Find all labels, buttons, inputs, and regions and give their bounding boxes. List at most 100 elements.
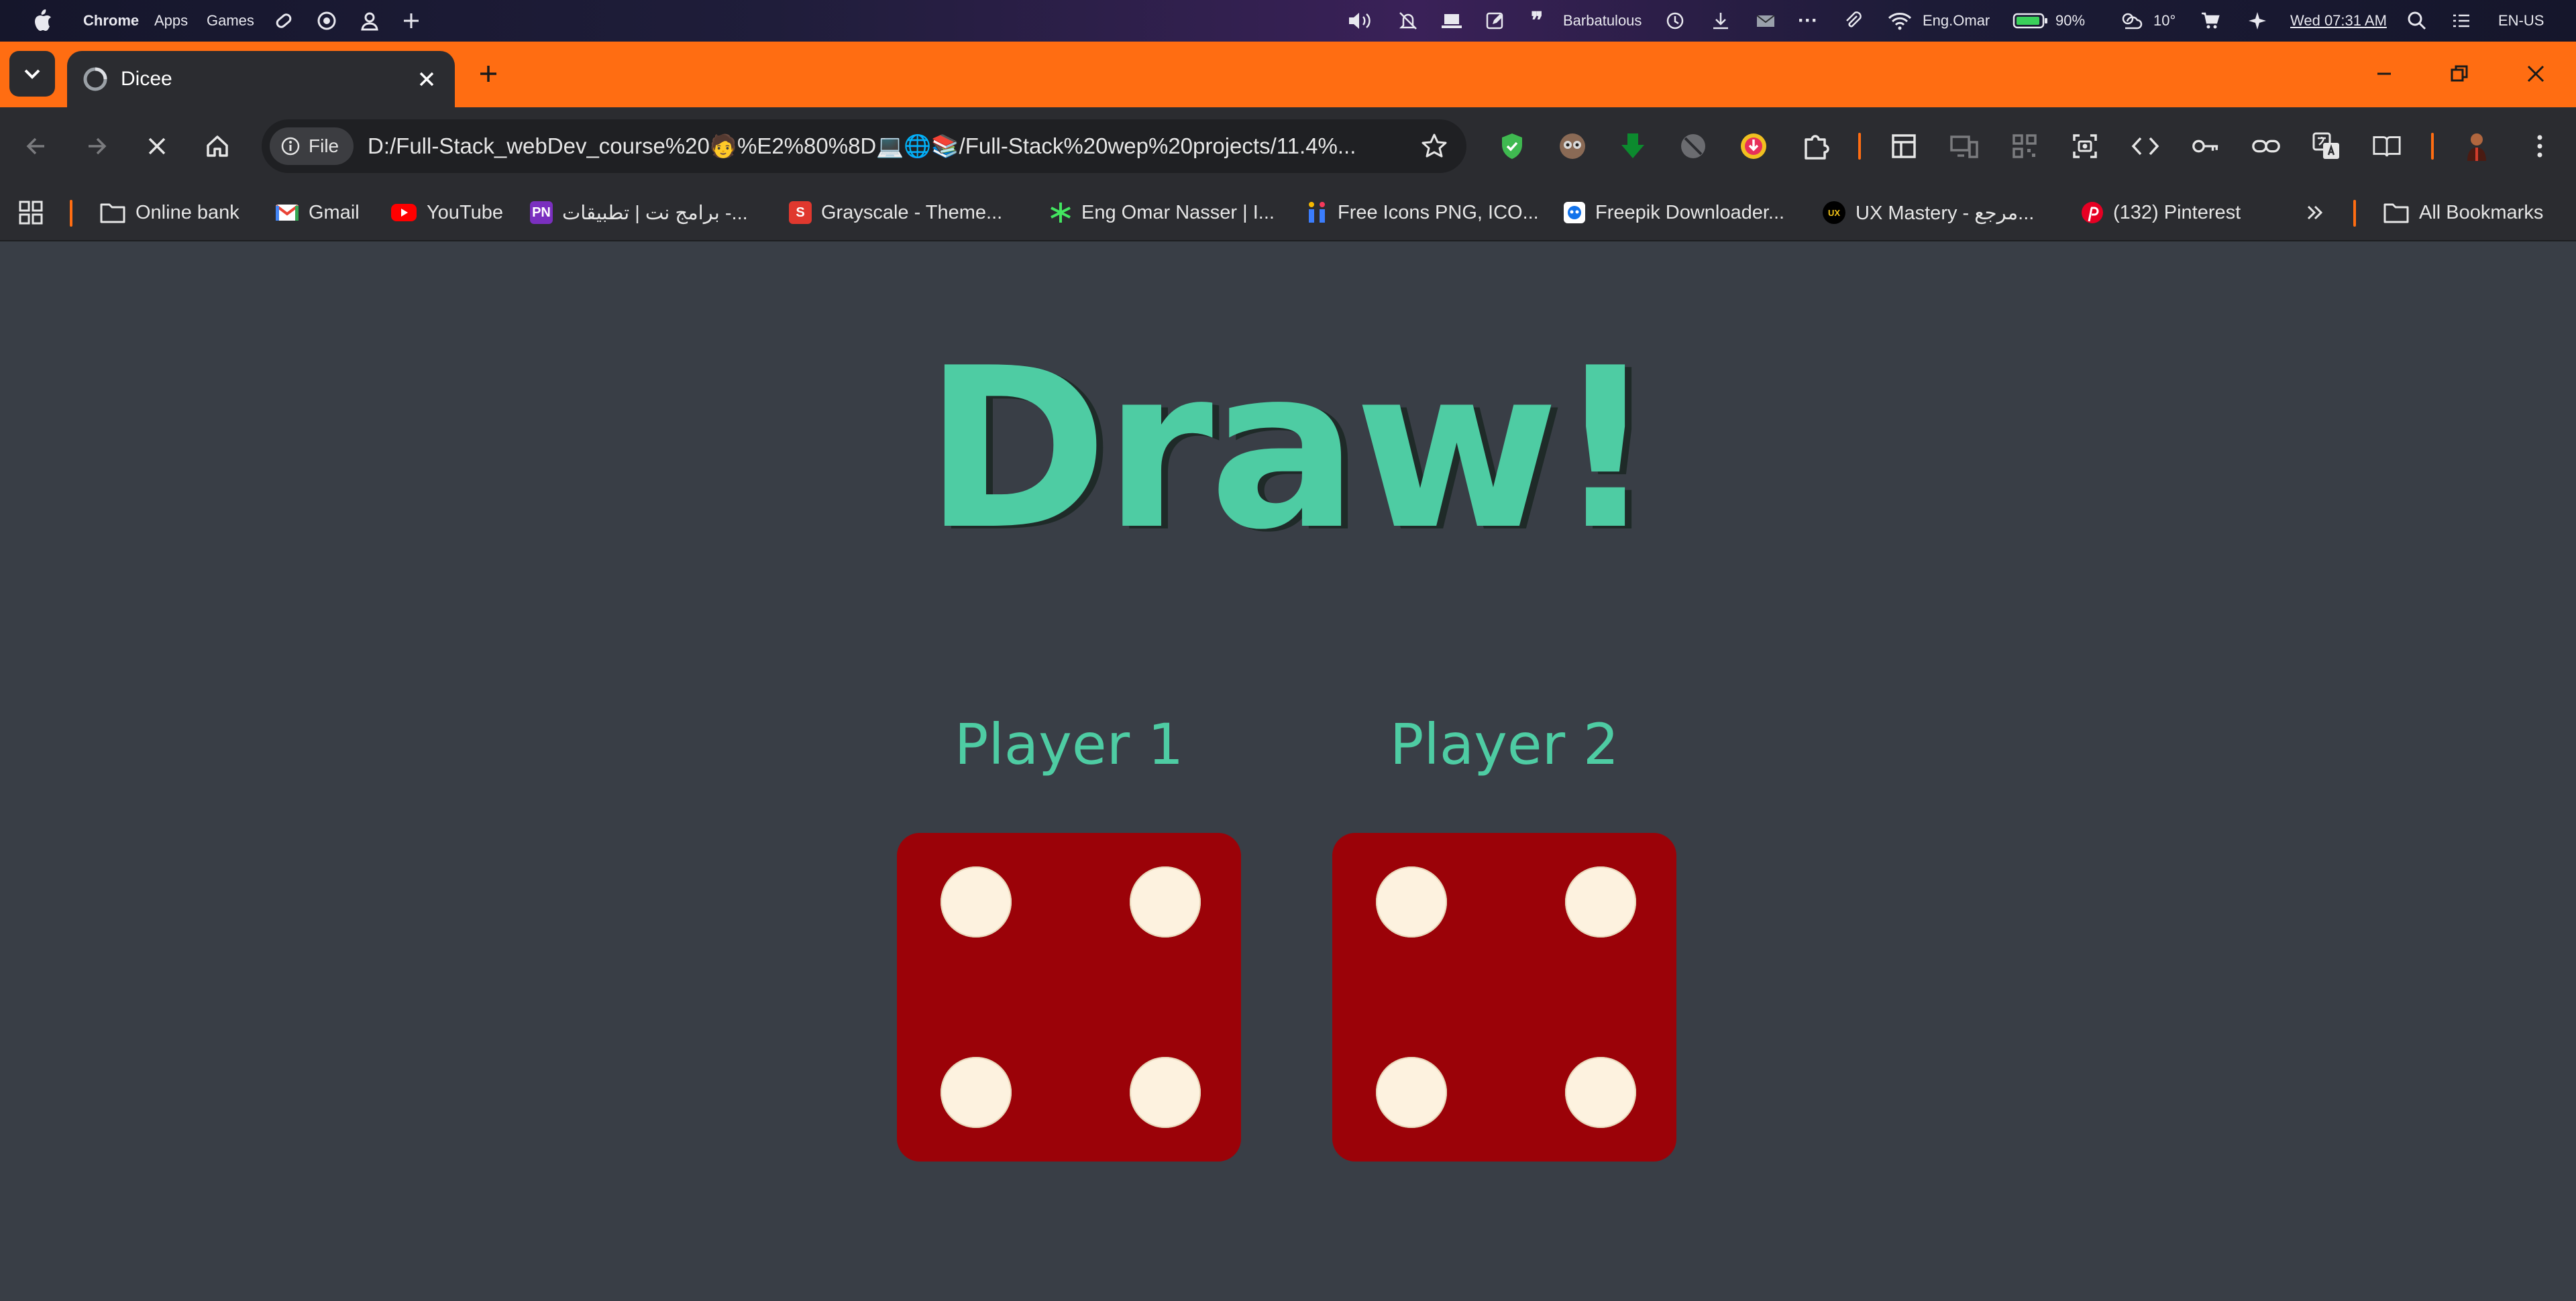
ux-mastery-icon: UX bbox=[1823, 201, 1845, 224]
tab-close-button[interactable] bbox=[412, 64, 441, 94]
edit-icon[interactable] bbox=[1485, 0, 1505, 42]
bookmark-star-icon[interactable] bbox=[1419, 131, 1449, 161]
arrow-left-icon bbox=[26, 137, 44, 155]
weather-temp[interactable]: 10° bbox=[2153, 0, 2176, 42]
battery-percent[interactable]: 90% bbox=[2055, 0, 2085, 42]
history-icon[interactable] bbox=[1665, 0, 1685, 42]
volume-icon[interactable] bbox=[1347, 0, 1374, 42]
stop-loading-button[interactable] bbox=[137, 126, 177, 166]
bookmark-grayscale[interactable]: S Grayscale - Theme... bbox=[789, 185, 1002, 240]
player-1-name: Player 1 bbox=[954, 712, 1184, 777]
tab-dicee[interactable]: Dicee bbox=[67, 51, 455, 107]
search-icon[interactable] bbox=[2407, 0, 2427, 42]
close-icon bbox=[419, 72, 434, 87]
bookmark-pinterest[interactable]: (132) Pinterest bbox=[2081, 185, 2241, 240]
menu-kebab-icon[interactable] bbox=[2525, 131, 2555, 161]
person-icon[interactable] bbox=[360, 0, 380, 42]
target-icon[interactable] bbox=[317, 0, 337, 42]
bookmark-free-icons[interactable]: Free Icons PNG, ICO... bbox=[1305, 185, 1539, 240]
bookmarks-separator bbox=[70, 200, 72, 227]
s-logo-icon: S bbox=[789, 201, 812, 224]
menu-app-name[interactable]: Chrome bbox=[83, 0, 139, 42]
bookmark-youtube[interactable]: YouTube bbox=[390, 185, 503, 240]
disabled-extension-icon[interactable] bbox=[1678, 131, 1708, 161]
screenshot-icon[interactable] bbox=[2070, 131, 2100, 161]
weather-icon[interactable] bbox=[2118, 0, 2143, 42]
password-key-icon[interactable] bbox=[2191, 131, 2220, 161]
folder-icon bbox=[2383, 203, 2409, 223]
player-1: Player 1 bbox=[897, 704, 1241, 785]
wifi-user-label[interactable]: Eng.Omar bbox=[1923, 0, 1990, 42]
tab-title: Dicee bbox=[121, 68, 172, 90]
minimize-button[interactable] bbox=[2357, 52, 2411, 95]
die-pip bbox=[1130, 1057, 1201, 1129]
avatar-extension-icon[interactable] bbox=[1558, 131, 1587, 161]
apps-grid-button[interactable] bbox=[17, 185, 44, 240]
spark-icon[interactable] bbox=[2247, 0, 2267, 42]
control-center-icon[interactable] bbox=[2451, 0, 2471, 42]
address-bar[interactable]: File D:/Full-Stack_webDev_course%20🧑%E2%… bbox=[262, 119, 1466, 173]
pill-icon[interactable] bbox=[274, 0, 294, 42]
restore-icon bbox=[2451, 65, 2468, 82]
all-bookmarks-button[interactable]: All Bookmarks bbox=[2383, 185, 2543, 240]
bookmark-ux-mastery[interactable]: UX UX Mastery - مرجع... bbox=[1822, 185, 2034, 240]
bookmark-online-bank[interactable]: Online bank bbox=[99, 185, 239, 240]
page-content: Draw! Player 1 Player 2 bbox=[0, 241, 2576, 1301]
laptop-icon[interactable] bbox=[1441, 0, 1462, 42]
site-info-chip[interactable]: File bbox=[270, 127, 354, 165]
link-icon[interactable] bbox=[2251, 131, 2281, 161]
cart-icon[interactable] bbox=[2200, 0, 2220, 42]
bookmark-freepik-downloader[interactable]: Freepik Downloader... bbox=[1563, 185, 1784, 240]
die-pip bbox=[1130, 866, 1201, 938]
quote-icon[interactable]: ❞ bbox=[1531, 0, 1543, 42]
toolbar-separator bbox=[2431, 133, 2434, 160]
shield-extension-icon[interactable] bbox=[1497, 131, 1527, 161]
add-icon[interactable] bbox=[401, 0, 421, 42]
menu-apps[interactable]: Apps bbox=[154, 0, 188, 42]
chevron-down-icon bbox=[24, 69, 40, 79]
qr-code-icon[interactable] bbox=[2010, 131, 2039, 161]
more-icon[interactable]: ··· bbox=[1798, 0, 1818, 42]
mail-icon[interactable] bbox=[1755, 0, 1776, 42]
profile-avatar[interactable] bbox=[2462, 131, 2491, 161]
back-button[interactable] bbox=[16, 126, 56, 166]
colorful-extension-icon[interactable] bbox=[1739, 131, 1768, 161]
menu-games[interactable]: Games bbox=[207, 0, 254, 42]
close-window-button[interactable] bbox=[2509, 52, 2563, 95]
bookmark-eng-omar[interactable]: Eng Omar Nasser | I... bbox=[1049, 185, 1275, 240]
download-icon[interactable] bbox=[1711, 0, 1731, 42]
bookmark-gmail[interactable]: Gmail bbox=[275, 185, 360, 240]
die-pip bbox=[1375, 866, 1447, 938]
user-status-label[interactable]: Barbatulous bbox=[1563, 0, 1642, 42]
input-locale[interactable]: EN-US bbox=[2498, 0, 2544, 42]
tab-search-button[interactable] bbox=[9, 51, 55, 97]
player-2-name: Player 2 bbox=[1389, 712, 1619, 777]
notifications-muted-icon[interactable] bbox=[1398, 0, 1418, 42]
apple-menu-icon[interactable] bbox=[32, 0, 52, 42]
bookmark-arabic-apps[interactable]: PN برامج نت | تطبيقات -... bbox=[530, 185, 748, 240]
bookmark-label: YouTube bbox=[427, 201, 503, 223]
translate-icon[interactable] bbox=[2312, 131, 2341, 161]
bookmarks-overflow-button[interactable] bbox=[2305, 185, 2325, 240]
datetime[interactable]: Wed 07:31 AM bbox=[2290, 0, 2387, 42]
gmail-icon bbox=[275, 205, 299, 221]
bookmark-label: Eng Omar Nasser | I... bbox=[1081, 201, 1275, 223]
bookmark-label: (132) Pinterest bbox=[2113, 201, 2241, 223]
attachment-icon[interactable] bbox=[1843, 0, 1864, 42]
home-button[interactable] bbox=[197, 126, 237, 166]
result-headline: Draw! bbox=[924, 321, 1656, 578]
layout-icon[interactable] bbox=[1889, 131, 1919, 161]
wifi-icon[interactable] bbox=[1888, 0, 1912, 42]
restore-button[interactable] bbox=[2432, 52, 2486, 95]
download-arrow-extension-icon[interactable] bbox=[1618, 131, 1648, 161]
reading-mode-icon[interactable] bbox=[2372, 131, 2402, 161]
battery-icon[interactable] bbox=[2012, 0, 2049, 42]
bookmark-label: Grayscale - Theme... bbox=[821, 201, 1003, 223]
new-tab-button[interactable] bbox=[470, 55, 507, 93]
devices-icon[interactable] bbox=[1949, 131, 1979, 161]
code-icon[interactable] bbox=[2131, 131, 2160, 161]
forward-button[interactable] bbox=[76, 126, 117, 166]
extensions-puzzle-icon[interactable] bbox=[1801, 131, 1830, 161]
url-text[interactable]: D:/Full-Stack_webDev_course%20🧑%E2%80%8D… bbox=[368, 119, 1356, 173]
bookmark-label: Online bank bbox=[136, 201, 239, 223]
